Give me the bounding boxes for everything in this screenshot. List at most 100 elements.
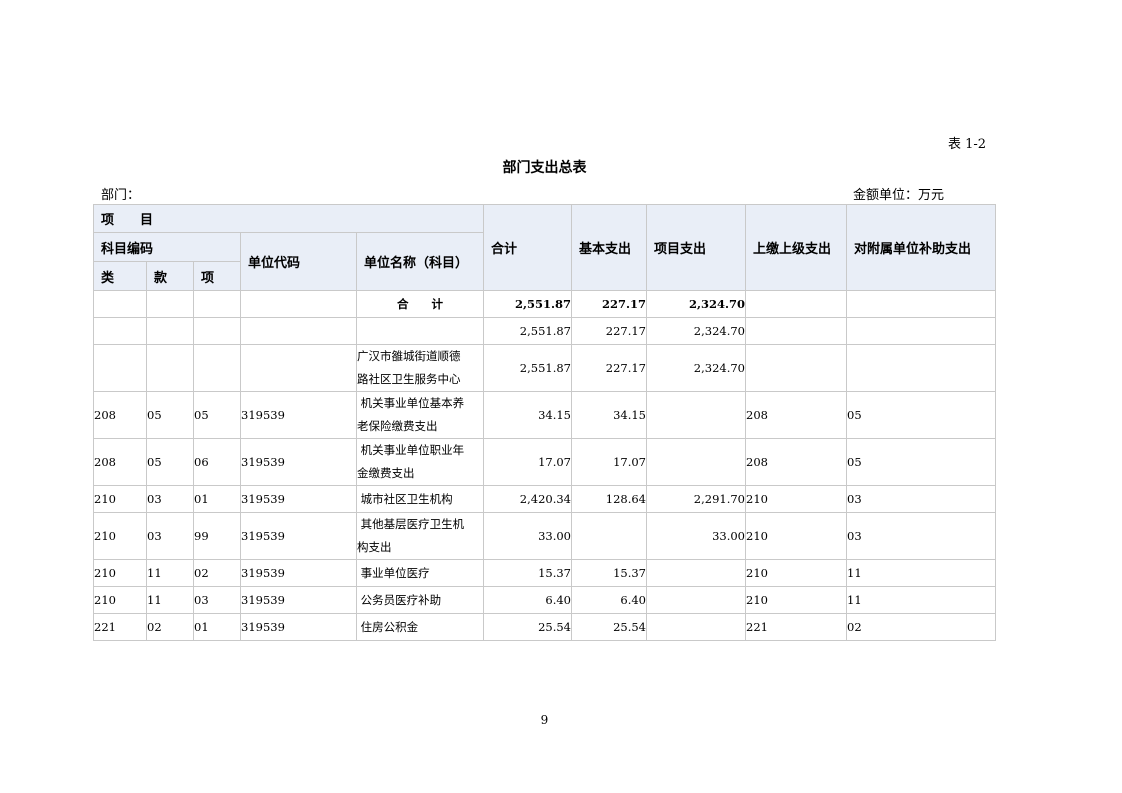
header-basic-expenditure: 基本支出 [571,204,647,291]
unit-name-cell [356,317,484,345]
project-cell: 2,324.70 [646,344,746,392]
section-cell: 11 [146,586,194,614]
subsidy-cell: 02 [846,613,996,641]
header-unit-code: 单位代码 [240,232,357,291]
section-cell: 03 [146,512,194,560]
header-upper-level-expenditure: 上缴上级支出 [745,204,847,291]
subsidy-cell: 03 [846,485,996,513]
total-sum: 2,551.87 [483,290,572,318]
unit-name-cell: 其他基层医疗卫生机 构支出 [356,512,484,560]
unit-code-cell: 319539 [240,438,357,486]
total-row: 合 计 2,551.87 227.17 2,324.70 [93,290,996,318]
section-cell: 11 [146,559,194,587]
header-subject-code: 科目编码 [93,232,241,262]
header-project-expenditure: 项目支出 [646,204,746,291]
unit-name-cell: 机关事业单位基本养 老保险缴费支出 [356,391,484,439]
unit-name-line: 公务员医疗补助 [357,592,442,607]
section-cell: 02 [146,613,194,641]
project-cell: 2,324.70 [646,317,746,345]
unit-name-line: 构支出 [357,540,392,554]
project-cell [646,559,746,587]
category-cell: 210 [93,485,147,513]
category-cell: 210 [93,512,147,560]
basic-cell: 15.37 [571,559,647,587]
unit-name-line: 路社区卫生服务中心 [357,372,461,386]
subsidy-cell [846,317,996,345]
header-item: 项 [193,261,241,291]
project-cell [646,586,746,614]
header-category: 类 [93,261,147,291]
table-row: 210 03 99 319539 其他基层医疗卫生机 构支出 33.00 33.00 210 0… [93,512,996,560]
unit-name-line: 老保险缴费支出 [357,419,438,433]
table-row: 210 03 01 319539 城市社区卫生机构 2,420.34 128.64 2,29… [93,485,996,513]
item-cell: 03 [193,586,241,614]
basic-cell: 25.54 [571,613,647,641]
unit-name-cell: 公务员医疗补助 [356,586,484,614]
basic-cell: 227.17 [571,344,647,392]
unit-name-cell: 住房公积金 [356,613,484,641]
section-cell: 03 [146,485,194,513]
upper-cell: 210 [745,586,847,614]
header-subsidy-expenditure: 对附属单位补助支出 [846,204,996,291]
department-label: 部门： [101,188,141,203]
unit-code-cell: 319539 [240,512,357,560]
upper-cell: 208 [745,391,847,439]
unit-name-line: 其他基层医疗卫生机 [357,517,465,531]
category-cell: 210 [93,586,147,614]
unit-code-cell: 319539 [240,391,357,439]
unit-code-cell: 319539 [240,586,357,614]
item-cell: 01 [193,613,241,641]
unit-code-cell: 319539 [240,485,357,513]
expenditure-table: 项 目 合计 基本支出 项目支出 上缴上级支出 对附属单位补助支出 科目编码 单… [93,204,996,641]
basic-cell: 34.15 [571,391,647,439]
unit-code-cell: 319539 [240,613,357,641]
unit-code-cell [240,344,357,392]
total-cell: 34.15 [483,391,572,439]
section-cell [146,344,194,392]
item-cell: 01 [193,485,241,513]
unit-name-line: 金缴费支出 [357,466,415,480]
total-cell: 2,551.87 [483,317,572,345]
total-label: 合 计 [356,290,484,318]
table-row: 2,551.87 227.17 2,324.70 [93,317,996,345]
category-cell: 208 [93,391,147,439]
subsidy-cell: 03 [846,512,996,560]
total-cell: 2,551.87 [483,344,572,392]
table-row: 208 05 06 319539 机关事业单位职业年 金缴费支出 17.07 17.07 20… [93,438,996,486]
upper-cell: 210 [745,559,847,587]
basic-cell [571,512,647,560]
subsidy-cell: 11 [846,586,996,614]
unit-name-line: 事业单位医疗 [357,565,430,580]
subsidy-cell: 11 [846,559,996,587]
category-cell: 221 [93,613,147,641]
unit-name-line: 城市社区卫生机构 [357,491,453,506]
total-cell: 25.54 [483,613,572,641]
upper-cell: 210 [745,512,847,560]
total-cell: 15.37 [483,559,572,587]
item-cell [193,317,241,345]
amount-unit-label: 金额单位：万元 [853,188,945,203]
subsidy-cell [846,344,996,392]
basic-cell: 227.17 [571,317,647,345]
unit-name-line: 机关事业单位基本养 [357,396,465,410]
basic-cell: 128.64 [571,485,647,513]
project-cell [646,613,746,641]
unit-name-cell: 机关事业单位职业年 金缴费支出 [356,438,484,486]
header-project: 项 目 [93,204,484,233]
basic-cell: 17.07 [571,438,647,486]
category-cell [93,317,147,345]
project-cell: 2,291.70 [646,485,746,513]
project-cell [646,438,746,486]
item-cell: 05 [193,391,241,439]
section-cell: 05 [146,391,194,439]
total-cell: 33.00 [483,512,572,560]
upper-cell: 221 [745,613,847,641]
total-basic: 227.17 [571,290,647,318]
unit-name-line: 广汉市雒城街道顺德 [357,349,461,363]
unit-name-cell: 事业单位医疗 [356,559,484,587]
unit-name-cell: 城市社区卫生机构 [356,485,484,513]
item-cell: 06 [193,438,241,486]
unit-code-cell: 319539 [240,559,357,587]
page-number: 9 [540,713,549,727]
upper-cell: 210 [745,485,847,513]
